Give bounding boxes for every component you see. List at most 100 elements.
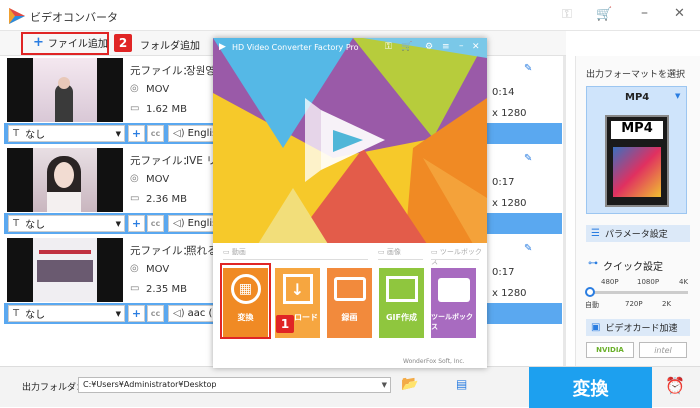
launcher-title: HD Video Converter Factory Pro bbox=[232, 43, 359, 52]
quick-settings-title: クイック設定 bbox=[603, 262, 663, 273]
quality-2k: 2K bbox=[662, 300, 672, 308]
app-logo-icon bbox=[9, 8, 25, 24]
source-label: 元ファイル： bbox=[130, 245, 193, 257]
subtitle-select[interactable]: T なし ▼ bbox=[8, 305, 125, 322]
launcher-background bbox=[213, 38, 487, 268]
audio-value: aac ( bbox=[187, 308, 213, 319]
duration-value: 0:17 bbox=[492, 267, 515, 278]
source-label: 元ファイル： bbox=[130, 65, 193, 77]
resolution-value: x 1280 bbox=[492, 108, 527, 119]
title-bar: ビデオコンバータ ⚿ 🛒 – ✕ bbox=[0, 0, 700, 31]
alarm-clock-icon[interactable]: ⏰ bbox=[665, 376, 685, 395]
key-icon[interactable]: ⚿ bbox=[562, 7, 572, 22]
gif-tool-label: GIF作成 bbox=[385, 313, 417, 322]
add-subtitle-button[interactable]: + bbox=[128, 125, 145, 142]
cc-icon[interactable]: cc bbox=[147, 215, 164, 232]
quality-slider[interactable] bbox=[588, 291, 688, 294]
menu-icon[interactable]: ≡ bbox=[442, 42, 450, 52]
cart-icon[interactable]: 🛒 bbox=[401, 42, 412, 52]
minimize-button[interactable]: – bbox=[459, 41, 464, 51]
add-subtitle-button[interactable]: + bbox=[128, 305, 145, 322]
toolbox-section-label: ▭ ツールボックス bbox=[431, 248, 482, 266]
output-list-icon[interactable]: ▤ bbox=[456, 377, 467, 391]
format-icon: ◎ bbox=[130, 83, 139, 94]
quality-720p: 720P bbox=[625, 300, 643, 308]
subtitle-value: なし bbox=[25, 130, 46, 141]
screen-record-icon bbox=[333, 277, 366, 301]
toolbox-tool-label: ツールボックス bbox=[431, 313, 473, 331]
highlight-box-convert bbox=[220, 263, 271, 339]
highlight-box-add-file bbox=[21, 32, 109, 55]
add-folder-button[interactable]: フォルダ追加 bbox=[140, 37, 200, 52]
nvidia-badge[interactable]: NVIDIA bbox=[586, 342, 634, 358]
gpu-acceleration-button[interactable]: ▣ ビデオカード加速 bbox=[586, 319, 690, 336]
parameter-settings-button[interactable]: ☰ パラメータ設定 bbox=[586, 225, 690, 242]
intel-badge[interactable]: intel bbox=[639, 342, 687, 358]
parameter-settings-label: パラメータ設定 bbox=[604, 230, 668, 240]
output-folder-label: 出力フォルダ： bbox=[22, 383, 86, 393]
dropdown-arrow-icon[interactable]: ▼ bbox=[382, 381, 387, 389]
app-title: ビデオコンバータ bbox=[30, 11, 118, 24]
close-button[interactable]: ✕ bbox=[674, 6, 685, 21]
resolution-value: x 1280 bbox=[492, 288, 527, 299]
audio-select[interactable]: ◁) Englis bbox=[168, 215, 218, 232]
gpu-icon: ▣ bbox=[591, 322, 601, 333]
edit-icon[interactable]: ✎ bbox=[524, 63, 532, 74]
format-value: MOV bbox=[146, 174, 170, 185]
image-section-label: ▭ 画像 bbox=[378, 248, 401, 256]
company-footer: WonderFox Soft, Inc. bbox=[403, 358, 465, 365]
video-thumbnail[interactable] bbox=[7, 238, 123, 302]
record-tool[interactable]: 録画 bbox=[327, 268, 372, 338]
edit-icon[interactable]: ✎ bbox=[524, 153, 532, 164]
video-section-label: ▭ 動画 bbox=[223, 248, 246, 256]
audio-select[interactable]: ◁) Englis bbox=[168, 125, 218, 142]
size-value: 2.36 MB bbox=[146, 194, 187, 205]
key-icon[interactable]: ⚿ bbox=[385, 42, 392, 52]
scrollbar[interactable] bbox=[563, 56, 566, 366]
subtitle-select[interactable]: T なし ▼ bbox=[8, 215, 125, 232]
source-label: 元ファイル： bbox=[130, 155, 193, 167]
add-subtitle-button[interactable]: + bbox=[128, 215, 145, 232]
close-button[interactable]: ✕ bbox=[472, 42, 480, 52]
edit-icon[interactable]: ✎ bbox=[524, 243, 532, 254]
size-value: 1.62 MB bbox=[146, 104, 187, 115]
folder-icon: ▭ bbox=[130, 193, 140, 204]
folder-open-icon[interactable]: 📂 bbox=[401, 376, 418, 392]
quality-slider-handle[interactable] bbox=[585, 287, 595, 297]
record-tool-label: 録画 bbox=[341, 313, 358, 322]
video-thumbnail[interactable] bbox=[7, 58, 123, 122]
output-format-selector[interactable]: MP4 ▼ MP4 bbox=[586, 86, 687, 214]
download-tool-label: ロード bbox=[294, 313, 318, 322]
quality-1080p: 1080P bbox=[637, 278, 660, 286]
minimize-button[interactable]: – bbox=[641, 5, 648, 21]
sliders-icon: ☰ bbox=[591, 228, 600, 239]
download-icon: ↓ bbox=[282, 274, 313, 304]
duration-value: 0:17 bbox=[492, 177, 515, 188]
size-value: 2.35 MB bbox=[146, 284, 187, 295]
gif-tool[interactable]: GIF作成 bbox=[379, 268, 424, 338]
output-folder-input[interactable]: C:¥Users¥Administrator¥Desktop ▼ bbox=[78, 377, 391, 393]
cc-icon[interactable]: cc bbox=[147, 125, 164, 142]
format-value: MOV bbox=[146, 264, 170, 275]
subtitle-select[interactable]: T なし ▼ bbox=[8, 125, 125, 142]
format-section-title: 出力フォーマットを選択 bbox=[586, 70, 686, 80]
subtitle-value: なし bbox=[25, 220, 46, 231]
cart-icon[interactable]: 🛒 bbox=[596, 7, 612, 22]
convert-button[interactable]: 変換 bbox=[529, 367, 652, 408]
quality-4k: 4K bbox=[679, 278, 689, 286]
text-icon: T bbox=[13, 218, 20, 229]
output-folder-path: C:¥Users¥Administrator¥Desktop bbox=[83, 380, 217, 389]
duration-value: 0:14 bbox=[492, 87, 515, 98]
cc-icon[interactable]: cc bbox=[147, 305, 164, 322]
gpu-acceleration-label: ビデオカード加速 bbox=[605, 324, 678, 334]
speaker-icon: ◁) bbox=[173, 218, 185, 229]
right-panel: 出力フォーマットを選択 MP4 ▼ MP4 ☰ パラメータ設定 ⊶ クイック設定… bbox=[575, 56, 700, 366]
toolbox-tool[interactable]: ツールボックス bbox=[431, 268, 476, 338]
video-thumbnail[interactable] bbox=[7, 148, 123, 212]
quick-settings-icon: ⊶ bbox=[588, 258, 598, 269]
format-name: MP4 bbox=[625, 92, 650, 103]
text-icon: T bbox=[13, 128, 20, 139]
gear-icon[interactable]: ⚙ bbox=[425, 42, 433, 52]
audio-select[interactable]: ◁) aac ( bbox=[168, 305, 218, 322]
resolution-value: x 1280 bbox=[492, 198, 527, 209]
